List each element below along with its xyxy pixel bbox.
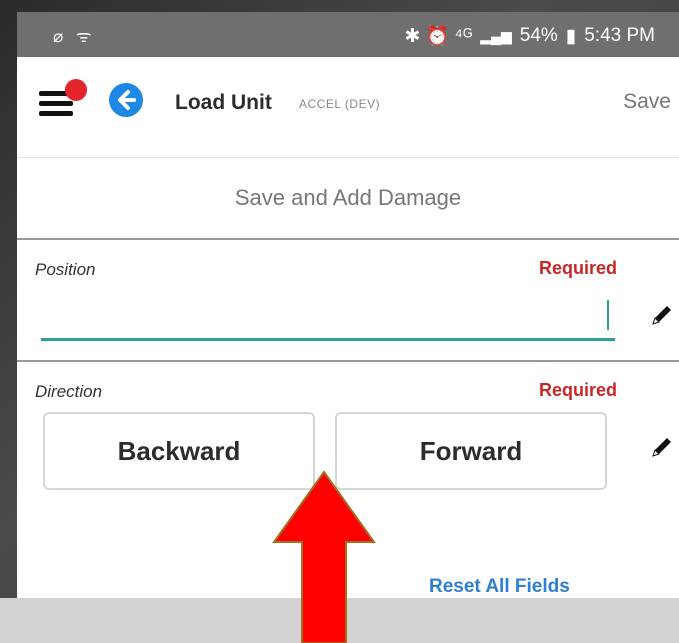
status-bar: ⌀ ᯤ ✱ ⏰ ⁴ᴳ ▂▄▆ 54% ▮ 5:43 PM [17, 12, 679, 57]
app-bar: Load Unit ACCEL (DEV) Save [17, 57, 679, 158]
position-input[interactable] [41, 292, 615, 341]
position-label: Position [35, 260, 96, 279]
direction-required-label: Required [538, 380, 617, 400]
up-arrow-icon [272, 470, 376, 643]
position-required-label: Required [538, 258, 617, 278]
clock: 5:43 PM [584, 25, 655, 46]
status-left-icons: ⌀ ᯤ [53, 27, 96, 46]
status-right: ✱ ⏰ ⁴ᴳ ▂▄▆ 54% ▮ 5:43 PM [405, 24, 655, 48]
pencil-icon[interactable] [649, 434, 675, 460]
position-field: Position Required [17, 240, 679, 362]
direction-label: Direction [35, 382, 103, 401]
save-button[interactable]: Save [623, 90, 671, 114]
notification-dot [65, 79, 87, 101]
pencil-icon[interactable] [649, 302, 675, 328]
battery-icon: ▮ [565, 25, 577, 47]
page-title: Load Unit [175, 91, 272, 114]
hamburger-menu-icon[interactable] [39, 79, 87, 123]
back-arrow-icon[interactable] [109, 83, 143, 117]
save-and-add-damage-button[interactable]: Save and Add Damage [17, 158, 679, 240]
text-caret [607, 300, 609, 330]
battery-percent: 54% [519, 25, 558, 46]
status-icons: ✱ ⏰ ⁴ᴳ [404, 26, 473, 47]
signal-icon: ▂▄▆ [480, 27, 512, 44]
reset-all-fields-button[interactable]: Reset All Fields [429, 576, 570, 598]
environment-label: ACCEL (DEV) [299, 97, 381, 111]
